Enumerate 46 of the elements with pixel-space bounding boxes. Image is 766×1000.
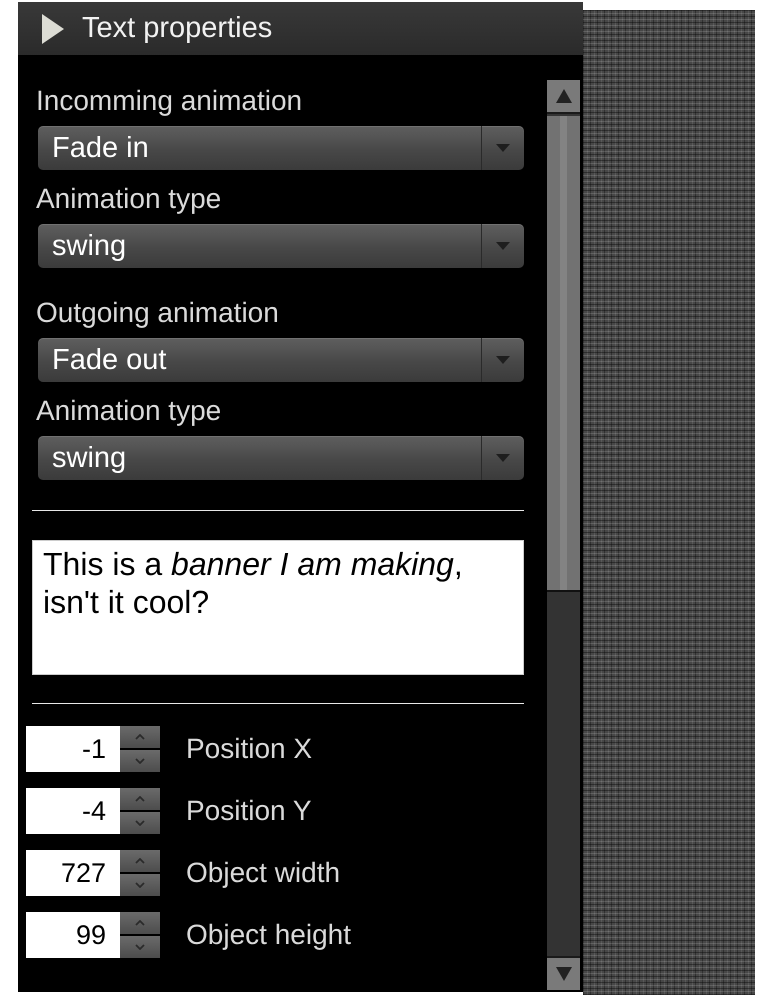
spin-up-button[interactable] (120, 726, 160, 748)
triangle-up-icon (556, 89, 572, 103)
chevron-up-icon (135, 920, 145, 926)
field-label: Position Y (186, 795, 312, 827)
field-label: Outgoing animation (36, 296, 280, 330)
spin-down-button[interactable] (120, 874, 160, 896)
chevron-down-icon (135, 882, 145, 888)
field-label: Position X (186, 733, 312, 765)
spin-up-button[interactable] (120, 850, 160, 872)
chevron-up-icon (135, 796, 145, 802)
field-label: Object width (186, 857, 340, 889)
field-label: Animation type (36, 182, 222, 216)
dropdown[interactable]: Fade in (38, 126, 524, 170)
panel-header[interactable]: Text properties (18, 2, 583, 55)
scrollbar-thumb[interactable] (547, 116, 580, 592)
text-editor-field[interactable]: This is a banner I am making, isn't it cool? (32, 540, 524, 675)
scroll-up-button[interactable] (547, 80, 580, 114)
number-field[interactable]: 727 (26, 850, 120, 896)
chevron-up-icon (135, 858, 145, 864)
number-field[interactable]: 99 (26, 912, 120, 958)
scrollbar[interactable] (547, 80, 580, 990)
caret-down-icon (496, 356, 510, 364)
caret-down-icon (496, 144, 510, 152)
dropdown[interactable]: swing (38, 436, 524, 480)
field-label: Animation type (36, 394, 222, 428)
field-label: Object height (186, 919, 351, 951)
number-field[interactable]: -1 (26, 726, 120, 772)
dropdown[interactable]: swing (38, 224, 524, 268)
scroll-down-button[interactable] (547, 956, 580, 990)
spin-down-button[interactable] (120, 936, 160, 958)
spin-up-button[interactable] (120, 912, 160, 934)
chevron-down-icon (135, 820, 145, 826)
caret-down-icon (496, 242, 510, 250)
spin-down-button[interactable] (120, 750, 160, 772)
field-label: Incomming animation (36, 84, 304, 118)
chevron-up-icon (135, 734, 145, 740)
spin-down-button[interactable] (120, 812, 160, 834)
number-field[interactable]: -4 (26, 788, 120, 834)
chevron-down-icon (135, 758, 145, 764)
triangle-down-icon (556, 967, 572, 981)
chevron-down-icon (135, 944, 145, 950)
panel-title: Text properties (82, 12, 272, 45)
caret-down-icon (496, 454, 510, 462)
dropdown[interactable]: Fade out (38, 338, 524, 382)
spin-up-button[interactable] (120, 788, 160, 810)
expand-triangle-icon (42, 14, 64, 44)
